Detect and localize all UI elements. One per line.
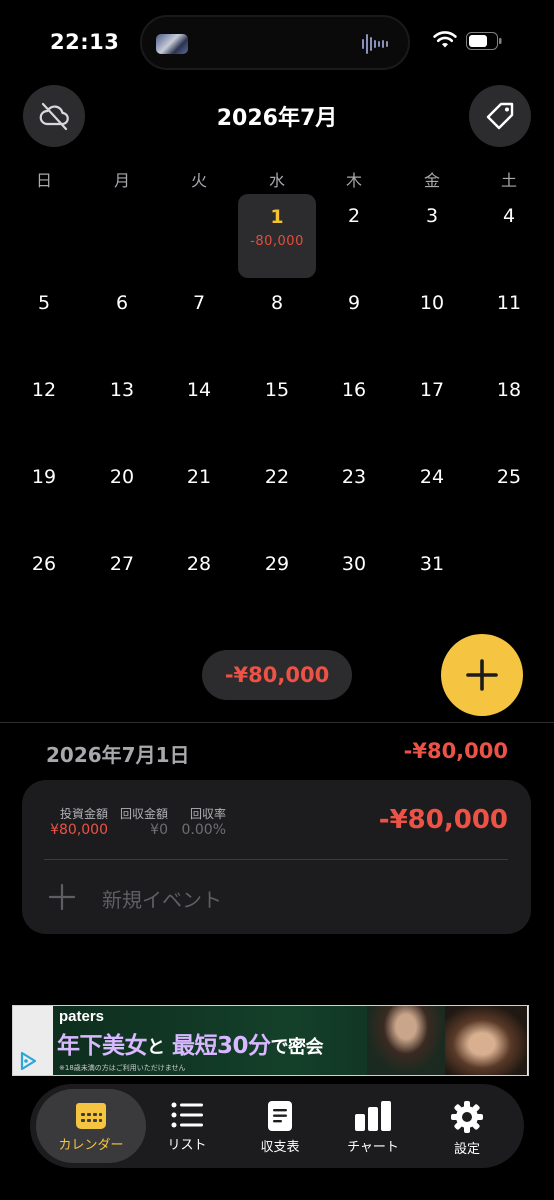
calendar-day[interactable]: 3 bbox=[402, 205, 462, 227]
tab-balance-sheet[interactable]: 収支表 bbox=[232, 1084, 328, 1168]
calendar-day[interactable]: 21 bbox=[169, 466, 229, 488]
month-total-badge: -¥80,000 bbox=[202, 650, 352, 700]
plus-icon bbox=[466, 659, 498, 691]
status-time: 22:13 bbox=[50, 30, 120, 54]
document-icon bbox=[268, 1101, 292, 1131]
ad-photo bbox=[367, 1006, 445, 1075]
tab-calendar[interactable]: カレンダー bbox=[43, 1084, 139, 1168]
calendar-day[interactable]: 15 bbox=[247, 379, 307, 401]
invest-label: 投資金額 bbox=[59, 807, 108, 821]
calendar-day[interactable]: 28 bbox=[169, 553, 229, 575]
calendar-day[interactable]: 2 bbox=[324, 205, 384, 227]
tab-list[interactable]: リスト bbox=[139, 1084, 235, 1168]
dynamic-island bbox=[140, 15, 410, 70]
month-title: 2026年7月 bbox=[216, 106, 338, 131]
ad-disclaimer: ※18歳未満の方はご利用いただけません bbox=[59, 1064, 186, 1072]
tab-label: カレンダー bbox=[58, 1138, 124, 1153]
calendar-day[interactable]: 10 bbox=[402, 292, 462, 314]
calendar-day[interactable]: 13 bbox=[92, 379, 152, 401]
calendar-day[interactable]: 23 bbox=[324, 466, 384, 488]
new-event-button[interactable]: 新規イベント bbox=[102, 884, 222, 913]
calendar-day[interactable]: 24 bbox=[402, 466, 462, 488]
calendar-day[interactable]: 14 bbox=[169, 379, 229, 401]
list-icon bbox=[171, 1102, 203, 1128]
ad-creative: paters 年下美女と 最短30分で密会 ※18歳未満の方はご利用いただけませ… bbox=[53, 1006, 527, 1075]
bar-chart-icon bbox=[355, 1101, 391, 1131]
weekday-wed: 水 bbox=[268, 171, 285, 190]
selected-date-label: 2026年7月1日 bbox=[46, 743, 190, 767]
ad-choices-icon[interactable] bbox=[17, 1050, 39, 1072]
tag-icon bbox=[486, 102, 514, 130]
calendar-day[interactable]: 16 bbox=[324, 379, 384, 401]
tab-label: リスト bbox=[167, 1138, 207, 1153]
weekday-thu: 木 bbox=[345, 171, 362, 190]
selected-date-total: -¥80,000 bbox=[403, 739, 508, 763]
calendar-day-amount: -80,000 bbox=[250, 234, 304, 249]
calendar-day[interactable]: 18 bbox=[479, 379, 539, 401]
calendar-day[interactable]: 12 bbox=[14, 379, 74, 401]
ad-headline: 年下美女と 最短30分で密会 bbox=[57, 1026, 324, 1060]
recover-value: ¥0 bbox=[150, 822, 168, 838]
calendar-day[interactable]: 30 bbox=[324, 553, 384, 575]
event-card[interactable] bbox=[22, 780, 531, 934]
rate-label: 回収率 bbox=[189, 807, 226, 821]
calendar-day[interactable]: 8 bbox=[247, 292, 307, 314]
calendar-day[interactable]: 20 bbox=[92, 466, 152, 488]
tab-label: 収支表 bbox=[260, 1140, 300, 1155]
ad-headline-part: 最短30分 bbox=[172, 1033, 271, 1059]
battery-icon bbox=[466, 32, 502, 50]
tab-chart[interactable]: チャート bbox=[325, 1084, 421, 1168]
weekday-mon: 月 bbox=[113, 171, 130, 190]
weekday-tue: 火 bbox=[190, 171, 207, 190]
calendar-day[interactable]: 9 bbox=[324, 292, 384, 314]
calendar-day[interactable]: 27 bbox=[92, 553, 152, 575]
tab-label: チャート bbox=[347, 1140, 399, 1155]
ad-photo bbox=[445, 1006, 527, 1075]
invest-value: ¥80,000 bbox=[50, 822, 108, 838]
now-playing-artwork bbox=[156, 34, 188, 54]
calendar-day[interactable]: 5 bbox=[14, 292, 74, 314]
audio-waveform-icon bbox=[362, 34, 388, 54]
calendar-day[interactable]: 22 bbox=[247, 466, 307, 488]
tab-label: 設定 bbox=[453, 1142, 480, 1157]
calendar-day-number-today: 1 bbox=[270, 206, 284, 228]
calendar-day[interactable]: 19 bbox=[14, 466, 74, 488]
cloud-off-icon bbox=[39, 102, 69, 131]
add-event-button[interactable] bbox=[441, 634, 523, 716]
tags-button[interactable] bbox=[469, 85, 531, 147]
ad-banner[interactable]: paters 年下美女と 最短30分で密会 ※18歳未満の方はご利用いただけませ… bbox=[12, 1005, 529, 1076]
recover-label: 回収金額 bbox=[119, 807, 168, 821]
gear-icon bbox=[451, 1101, 483, 1133]
calendar-day[interactable]: 31 bbox=[402, 553, 462, 575]
calendar-day[interactable]: 25 bbox=[479, 466, 539, 488]
ad-headline-part: で密会 bbox=[270, 1037, 324, 1058]
calendar-day[interactable]: 26 bbox=[14, 553, 74, 575]
weekday-fri: 金 bbox=[423, 171, 440, 190]
ad-headline-part: と bbox=[147, 1037, 165, 1058]
calendar-day[interactable]: 4 bbox=[479, 205, 539, 227]
ad-brand: paters bbox=[59, 1008, 105, 1025]
weekday-sun: 日 bbox=[35, 171, 52, 190]
wifi-icon bbox=[433, 31, 457, 48]
ad-headline-part: 年下美女 bbox=[57, 1033, 148, 1059]
calendar-day[interactable]: 7 bbox=[169, 292, 229, 314]
plus-icon[interactable] bbox=[48, 883, 76, 911]
rate-value: 0.00% bbox=[181, 822, 226, 838]
calendar-icon bbox=[76, 1103, 106, 1129]
calendar-day[interactable]: 17 bbox=[402, 379, 462, 401]
calendar-day[interactable]: 11 bbox=[479, 292, 539, 314]
sync-off-button[interactable] bbox=[23, 85, 85, 147]
calendar-day[interactable]: 29 bbox=[247, 553, 307, 575]
section-divider bbox=[0, 722, 554, 723]
event-amount: -¥80,000 bbox=[378, 805, 508, 835]
weekday-sat: 土 bbox=[500, 171, 517, 190]
tab-settings[interactable]: 設定 bbox=[419, 1084, 515, 1168]
calendar-day[interactable]: 6 bbox=[92, 292, 152, 314]
card-divider bbox=[44, 859, 508, 860]
